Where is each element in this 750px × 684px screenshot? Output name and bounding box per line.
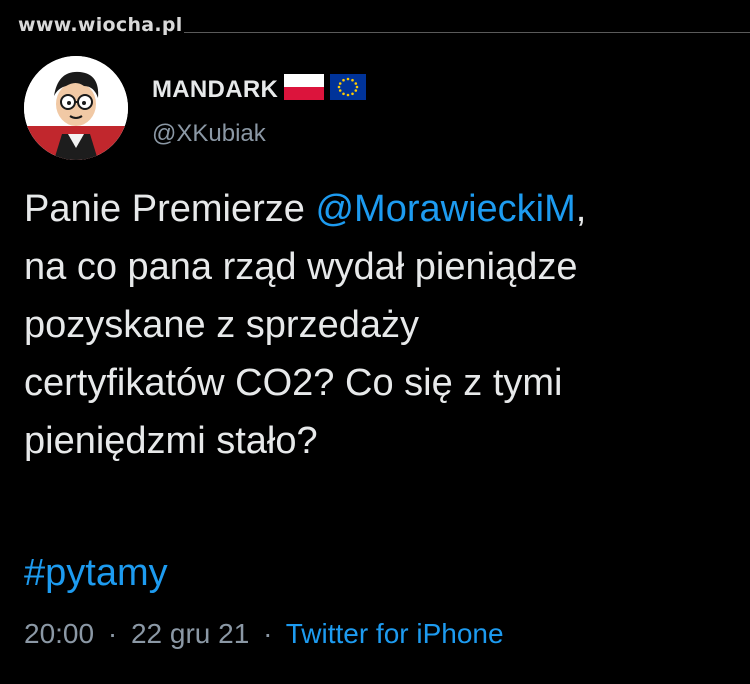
tweet-line-3: pozyskane z sprzedaży	[24, 304, 419, 346]
tweet-card: MANDARK @XKubiak Panie Premierze @Morawi…	[24, 56, 724, 649]
tweet-line-1-suffix: ,	[575, 188, 587, 230]
author-handle[interactable]: @XKubiak	[152, 120, 266, 148]
meta-separator-2: ·	[263, 618, 273, 649]
author-display-name[interactable]: MANDARK	[152, 76, 278, 104]
tweet-line-2: na co pana rząd wydał pieniądze	[24, 246, 578, 288]
tweet-line-1: Panie Premierze @MorawieckiM,	[24, 180, 744, 238]
author-name-row: MANDARK	[152, 74, 367, 105]
mention-link[interactable]: @MorawieckiM	[315, 188, 575, 230]
tweet-text: Panie Premierze @MorawieckiM, na co pana…	[24, 180, 744, 470]
eu-flag-icon	[330, 74, 367, 105]
hashtag-row: #pytamy	[24, 552, 168, 595]
tweet-header: MANDARK @XKubiak	[24, 56, 724, 166]
hashtag-link[interactable]: #pytamy	[24, 552, 168, 594]
meta-separator-1: ·	[107, 618, 118, 649]
poland-flag-icon	[284, 74, 325, 105]
cartoon-avatar-icon[interactable]	[24, 56, 128, 160]
tweet-source-link[interactable]: Twitter for iPhone	[286, 618, 504, 649]
tweet-line-4: certyfikatów CO2? Co się z tymi	[24, 362, 563, 404]
tweet-time[interactable]: 20:00	[24, 618, 94, 649]
site-watermark: www.wiocha.pl	[18, 14, 183, 36]
tweet-line-5: pieniędzmi stało?	[24, 420, 318, 462]
tweet-meta: 20:00 · 22 gru 21 · Twitter for iPhone	[24, 618, 504, 650]
watermark-divider	[184, 32, 750, 33]
tweet-date[interactable]: 22 gru 21	[131, 618, 249, 649]
tweet-line-1-prefix: Panie Premierze	[24, 188, 316, 230]
